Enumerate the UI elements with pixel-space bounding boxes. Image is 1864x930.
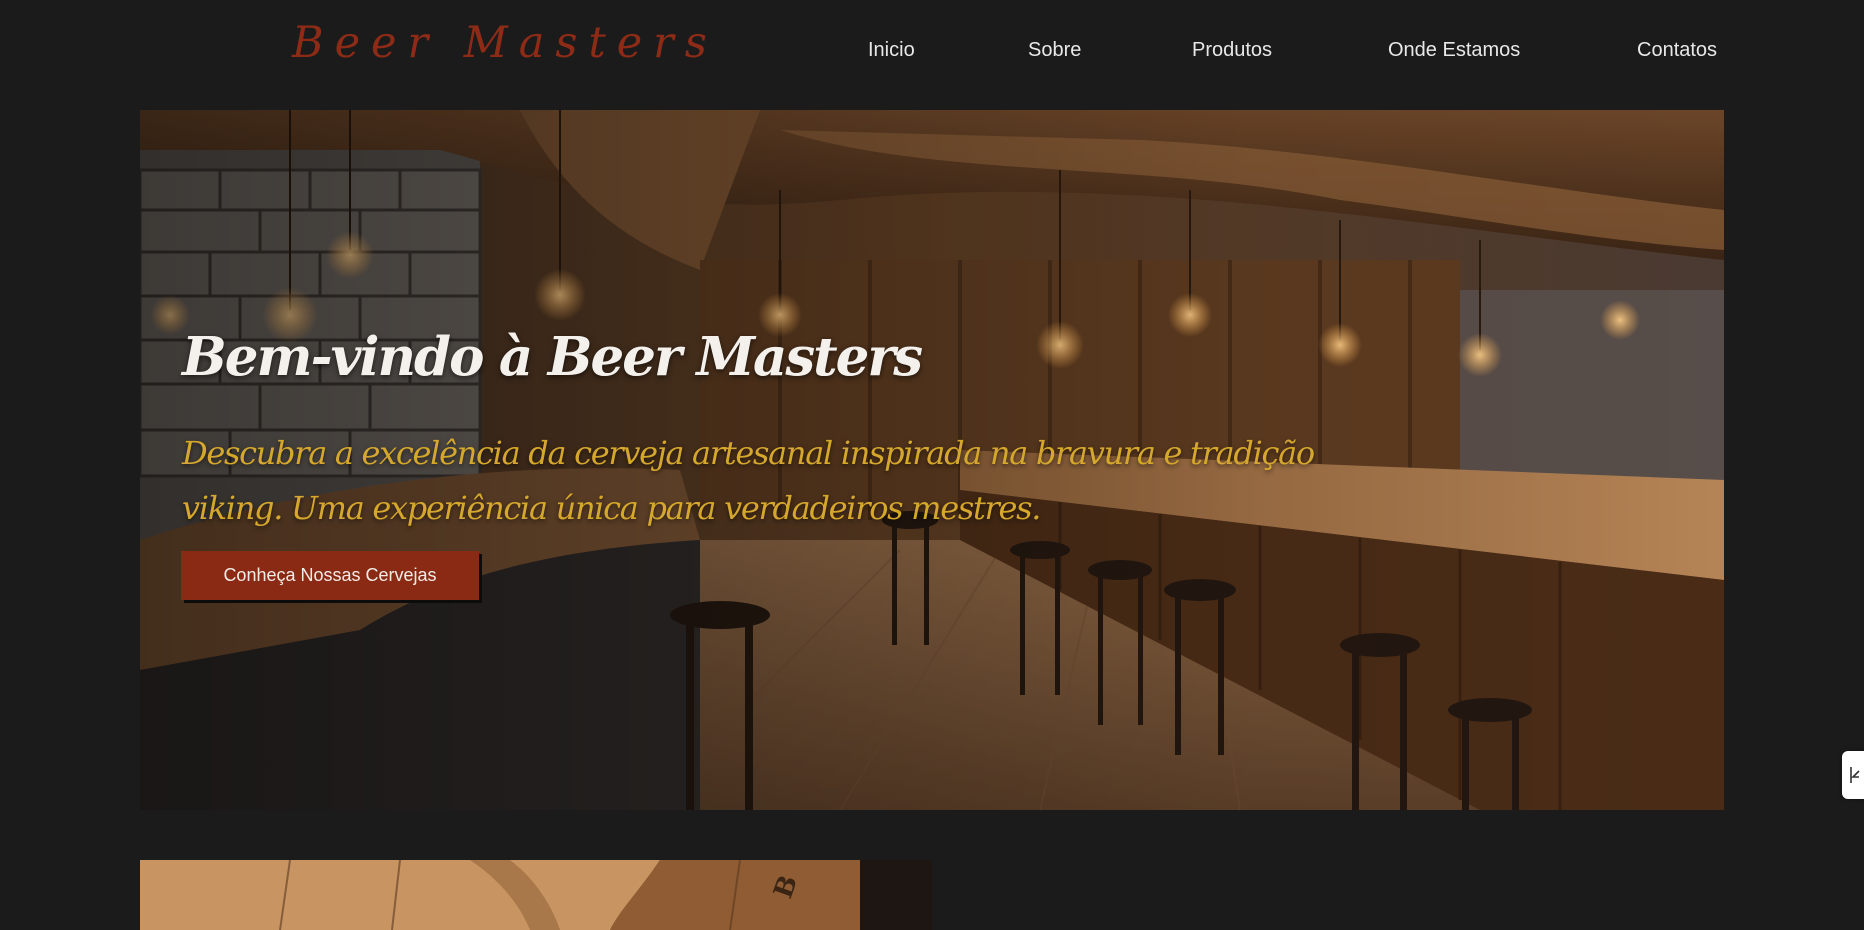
barrel-image: B [140,860,932,930]
arrow-collapse-icon [1850,767,1860,783]
cta-button[interactable]: Conheça Nossas Cervejas [181,551,479,600]
next-section-image: B [140,860,932,930]
nav-item-onde-estamos[interactable]: Onde Estamos [1388,38,1520,62]
brand-logo[interactable]: Beer Masters [292,22,718,65]
hero-title: Bem-vindo à Beer Masters [182,326,923,388]
nav-item-sobre[interactable]: Sobre [1028,38,1081,62]
nav-item-produtos[interactable]: Produtos [1192,38,1272,62]
nav-item-contatos[interactable]: Contatos [1637,38,1717,62]
hero-section: Bem-vindo à Beer Masters Descubra a exce… [140,110,1724,810]
nav-item-inicio[interactable]: Inicio [868,38,915,62]
site-header: Beer Masters Inicio Sobre Produtos Onde … [0,0,1864,100]
hero-subtitle: Descubra a excelência da cerveja artesan… [182,434,1315,527]
side-widget-tab[interactable] [1842,751,1864,799]
